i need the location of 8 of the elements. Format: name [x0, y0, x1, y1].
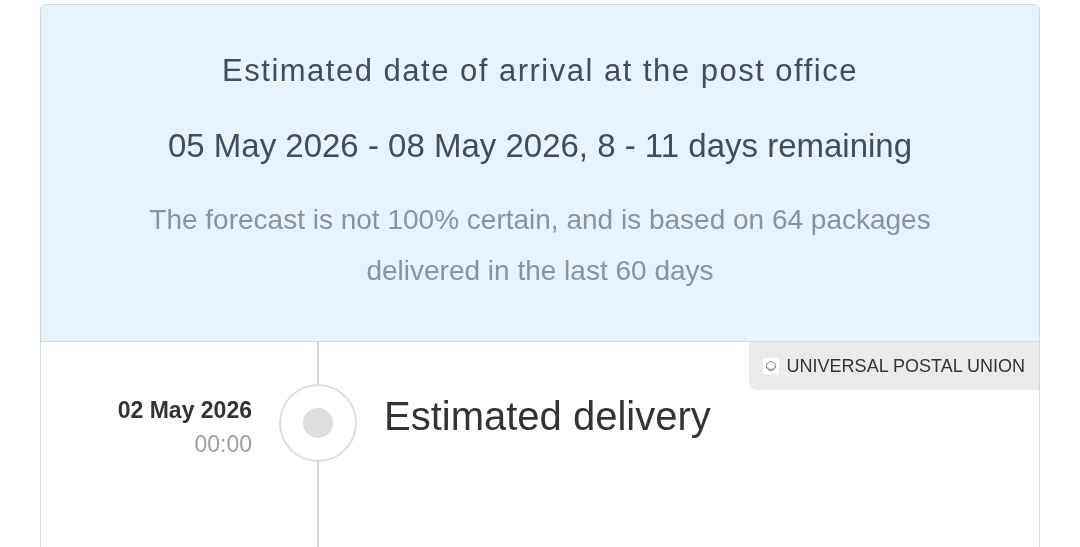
forecast-title: Estimated date of arrival at the post office: [222, 52, 858, 90]
forecast-note: The forecast is not 100% certain, and is based on 64 packages delivered in the last 60 days: [148, 203, 932, 288]
source-label: UNIVERSAL POSTAL UNION: [786, 354, 1025, 378]
event-date: 02 May 2026: [117, 396, 252, 425]
forecast-range: 05 May 2026 - 08 May 2026, 8 - 11 days remaining: [167, 126, 913, 166]
event-time: 00:00: [194, 430, 252, 459]
event-title: Estimated delivery: [384, 393, 711, 440]
emblem-icon: [762, 358, 779, 374]
